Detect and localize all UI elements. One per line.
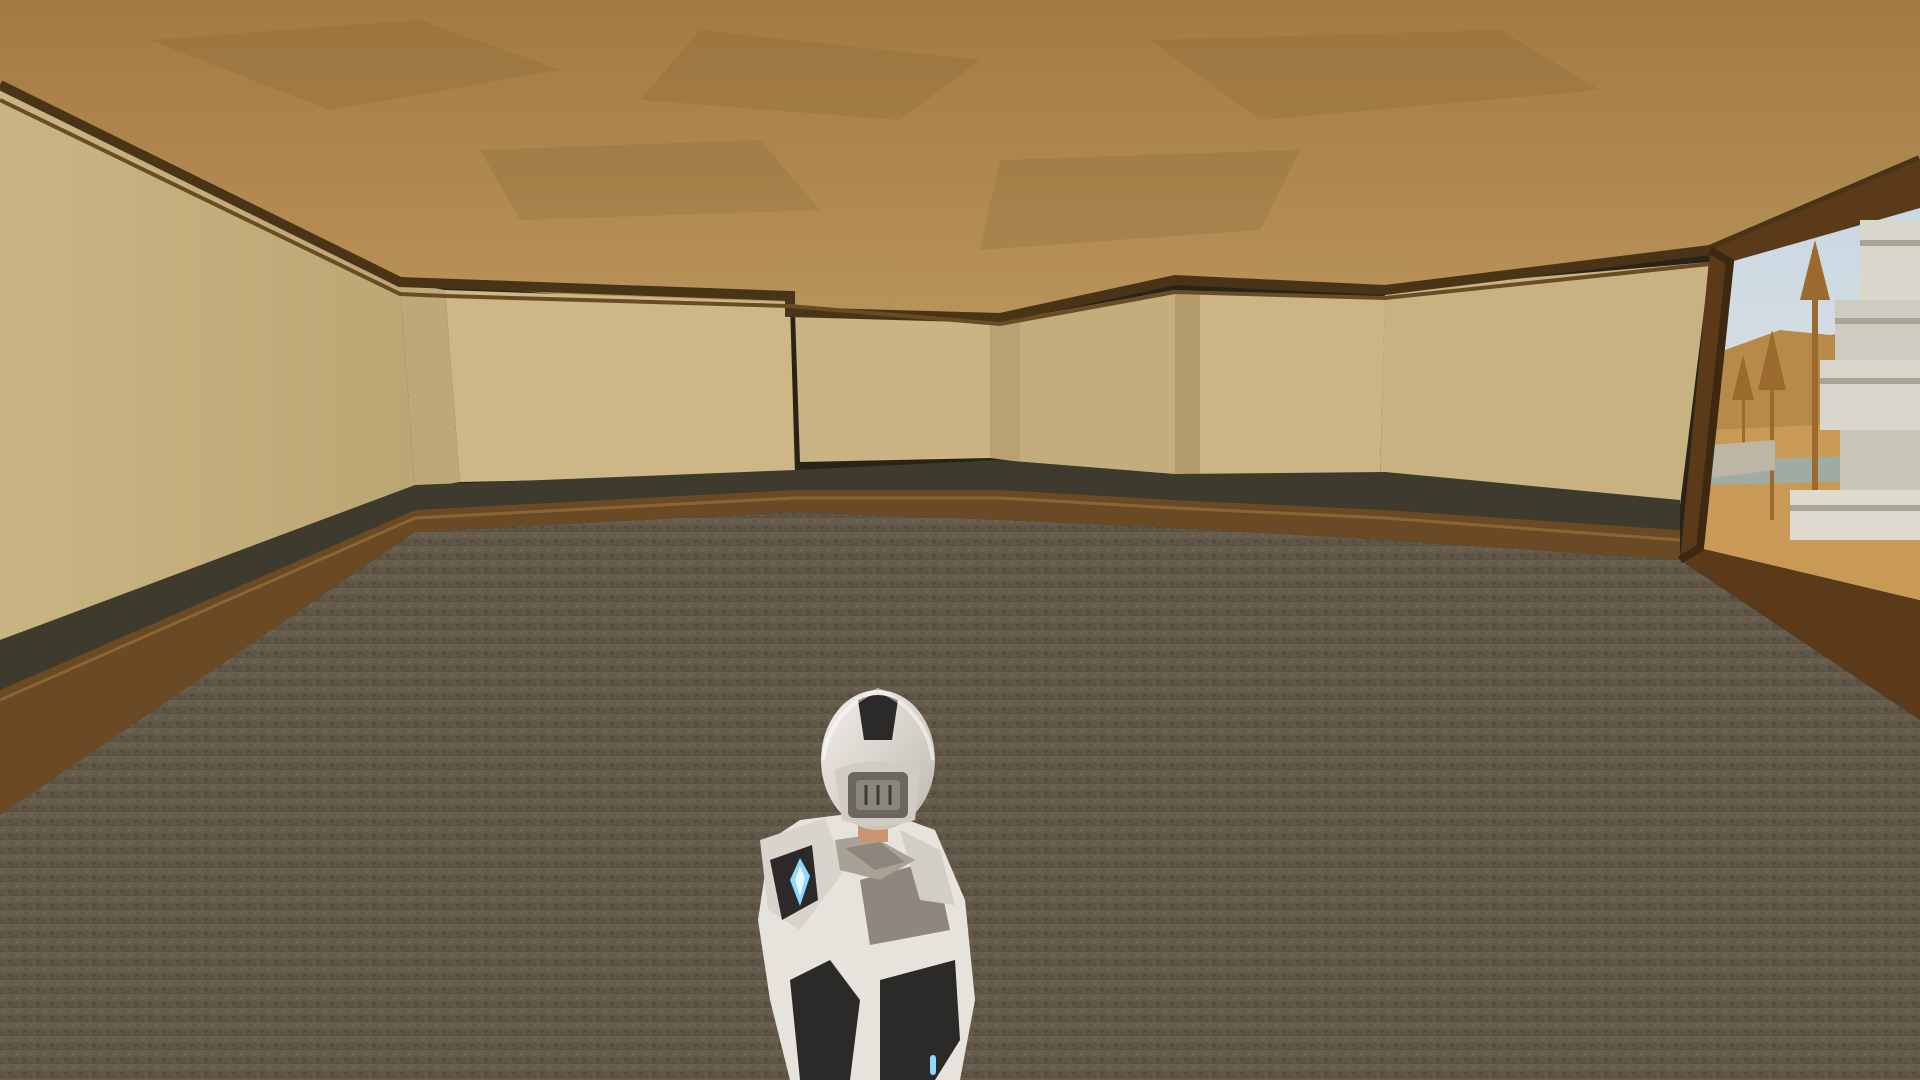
back-wall-left	[445, 290, 795, 482]
back-wall-right-a	[1020, 290, 1175, 478]
back-wall-right-b	[1200, 292, 1385, 480]
scene-render	[0, 0, 1920, 1080]
back-wall-center-corner	[990, 318, 1020, 462]
game-viewport[interactable]	[0, 0, 1920, 1080]
back-wall-right-corner	[1175, 290, 1200, 480]
right-wall	[1380, 262, 1710, 505]
player-helmet	[821, 687, 935, 830]
back-wall-center	[795, 312, 990, 462]
